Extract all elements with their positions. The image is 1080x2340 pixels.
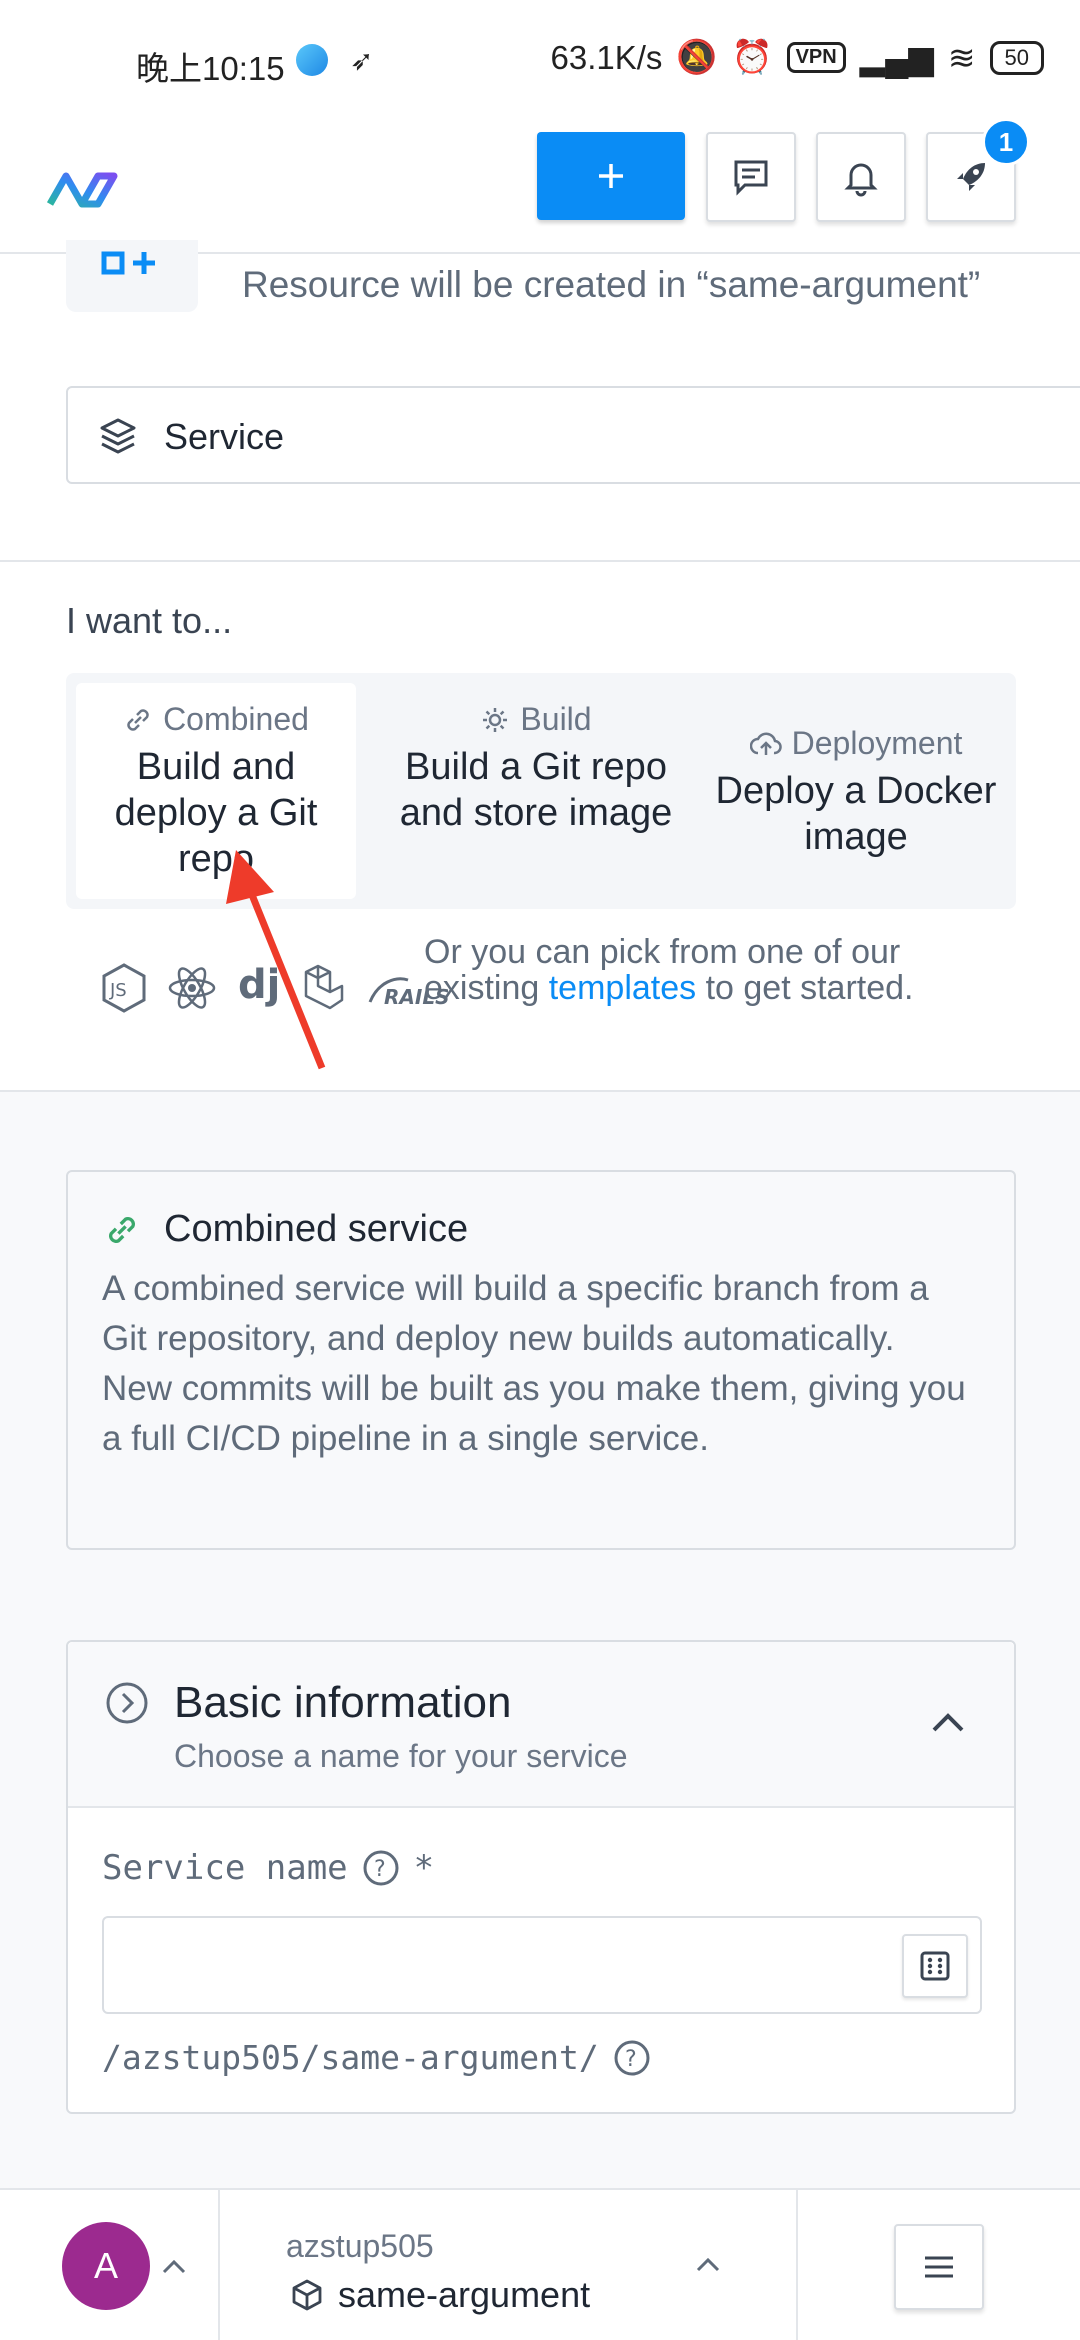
resource-icon-box <box>66 240 198 312</box>
chevron-up-icon[interactable] <box>694 2254 722 2274</box>
svg-text:?: ? <box>625 2047 637 2072</box>
org-name: azstup505 <box>286 2228 434 2264</box>
dice-icon <box>920 1951 950 1981</box>
info-title: Combined service <box>164 1208 469 1250</box>
bell-icon <box>844 163 878 197</box>
basic-information-header[interactable]: Basic information Choose a name for your… <box>68 1642 1014 1808</box>
random-name-button[interactable] <box>902 1934 968 1998</box>
svg-text:dj: dj <box>238 962 280 1008</box>
service-kind-selector: Combined Build and deploy a Git repo Bui… <box>66 673 1016 909</box>
svg-text:?: ? <box>374 1857 386 1882</box>
basic-information-panel: Basic information Choose a name for your… <box>66 1640 1016 2114</box>
want-heading: I want to... <box>66 600 233 641</box>
mute-icon: 🔕 <box>676 38 718 75</box>
service-name-label-text: Service name <box>102 1848 348 1888</box>
info-description: A combined service will build a specific… <box>102 1269 966 1458</box>
chat-icon <box>734 160 768 196</box>
basic-information-title: Basic information <box>174 1678 512 1727</box>
svg-text:JS: JS <box>109 980 127 1001</box>
cloud-upload-icon <box>749 732 782 755</box>
chevron-up-icon[interactable] <box>160 2256 188 2276</box>
option-build-tag: Build <box>520 701 592 737</box>
help-icon[interactable]: ? <box>362 1849 400 1887</box>
templates-hint: Or you can pick from one of our existing… <box>424 934 984 1006</box>
divider <box>796 2190 798 2340</box>
bottom-bar: A azstup505 same-argument <box>0 2188 1080 2340</box>
hamburger-icon <box>925 2256 953 2278</box>
project-switcher[interactable]: same-argument <box>290 2274 590 2316</box>
battery-icon: 50 <box>989 40 1044 75</box>
gear-icon <box>483 707 508 732</box>
nodejs-icon[interactable]: JS <box>100 962 148 1014</box>
service-path: /azstup505/same-argument/ ? <box>102 2038 651 2077</box>
service-name-label: Service name ? * <box>102 1848 434 1888</box>
template-icons: JS dj RAILS <box>100 962 448 1014</box>
service-name-input[interactable] <box>102 1916 982 2014</box>
service-type-field[interactable]: Service <box>66 386 1080 484</box>
help-icon[interactable]: ? <box>613 2039 651 2077</box>
cube-icon <box>292 2279 322 2311</box>
send-icon: ➶ <box>350 45 374 76</box>
combined-service-info: Combined service A combined service will… <box>66 1170 1016 1550</box>
create-button[interactable] <box>537 132 685 220</box>
alarm-icon: ⏰ <box>731 38 773 75</box>
basic-information-subtitle: Choose a name for your service <box>174 1738 628 1774</box>
templates-link[interactable]: templates <box>549 969 696 1007</box>
wifi-icon: ≋ <box>947 39 976 76</box>
option-deployment[interactable]: Deployment Deploy a Docker image <box>706 683 1006 899</box>
link-icon <box>127 708 149 731</box>
signal-icon: ▂▄▆ <box>859 39 934 76</box>
react-icon[interactable] <box>166 962 218 1014</box>
option-deployment-title: Deploy a Docker image <box>715 770 997 858</box>
layers-icon <box>100 418 136 454</box>
add-resource-icon <box>101 251 155 275</box>
option-build-title: Build a Git repo and store image <box>399 746 673 834</box>
status-bar: 晚上10:15 ➶ 63.1K/s 🔕 ⏰ VPN ▂▄▆ ≋ 50 <box>0 0 1080 124</box>
top-nav: 1 <box>0 118 1080 254</box>
divider <box>218 2190 220 2340</box>
messages-button[interactable] <box>706 132 796 222</box>
resource-location-text: Resource will be created in “same-argume… <box>242 264 981 305</box>
app-notification-icon <box>296 44 328 76</box>
plus-icon <box>599 164 623 188</box>
required-marker: * <box>413 1848 435 1888</box>
option-combined[interactable]: Combined Build and deploy a Git repo <box>76 683 356 899</box>
chevron-up-icon[interactable] <box>930 1710 966 1734</box>
option-combined-title: Build and deploy a Git repo <box>114 746 318 880</box>
notifications-button[interactable] <box>816 132 906 222</box>
divider <box>0 560 1080 562</box>
laravel-icon[interactable] <box>302 962 350 1014</box>
link-icon <box>109 1217 135 1243</box>
option-build[interactable]: Build Build a Git repo and store image <box>386 683 686 899</box>
status-time: 晚上10:15 <box>136 50 285 87</box>
logo-icon[interactable] <box>44 150 122 228</box>
avatar[interactable]: A <box>62 2222 150 2310</box>
menu-button[interactable] <box>894 2224 984 2310</box>
option-deployment-tag: Deployment <box>791 725 963 761</box>
chevron-circle-right-icon <box>106 1682 148 1724</box>
notification-badge: 1 <box>982 118 1030 166</box>
templates-hint-tail: to get started. <box>696 969 914 1007</box>
service-type-label: Service <box>164 416 285 457</box>
service-path-text: /azstup505/same-argument/ <box>102 2038 599 2077</box>
django-icon[interactable]: dj <box>236 962 284 1014</box>
vpn-icon: VPN <box>786 42 846 73</box>
network-speed: 63.1K/s <box>550 38 663 76</box>
option-combined-tag: Combined <box>163 701 309 737</box>
project-name: same-argument <box>338 2274 591 2315</box>
rocket-icon <box>957 163 985 191</box>
status-indicators: 63.1K/s 🔕 ⏰ VPN ▂▄▆ ≋ 50 <box>550 38 1044 77</box>
